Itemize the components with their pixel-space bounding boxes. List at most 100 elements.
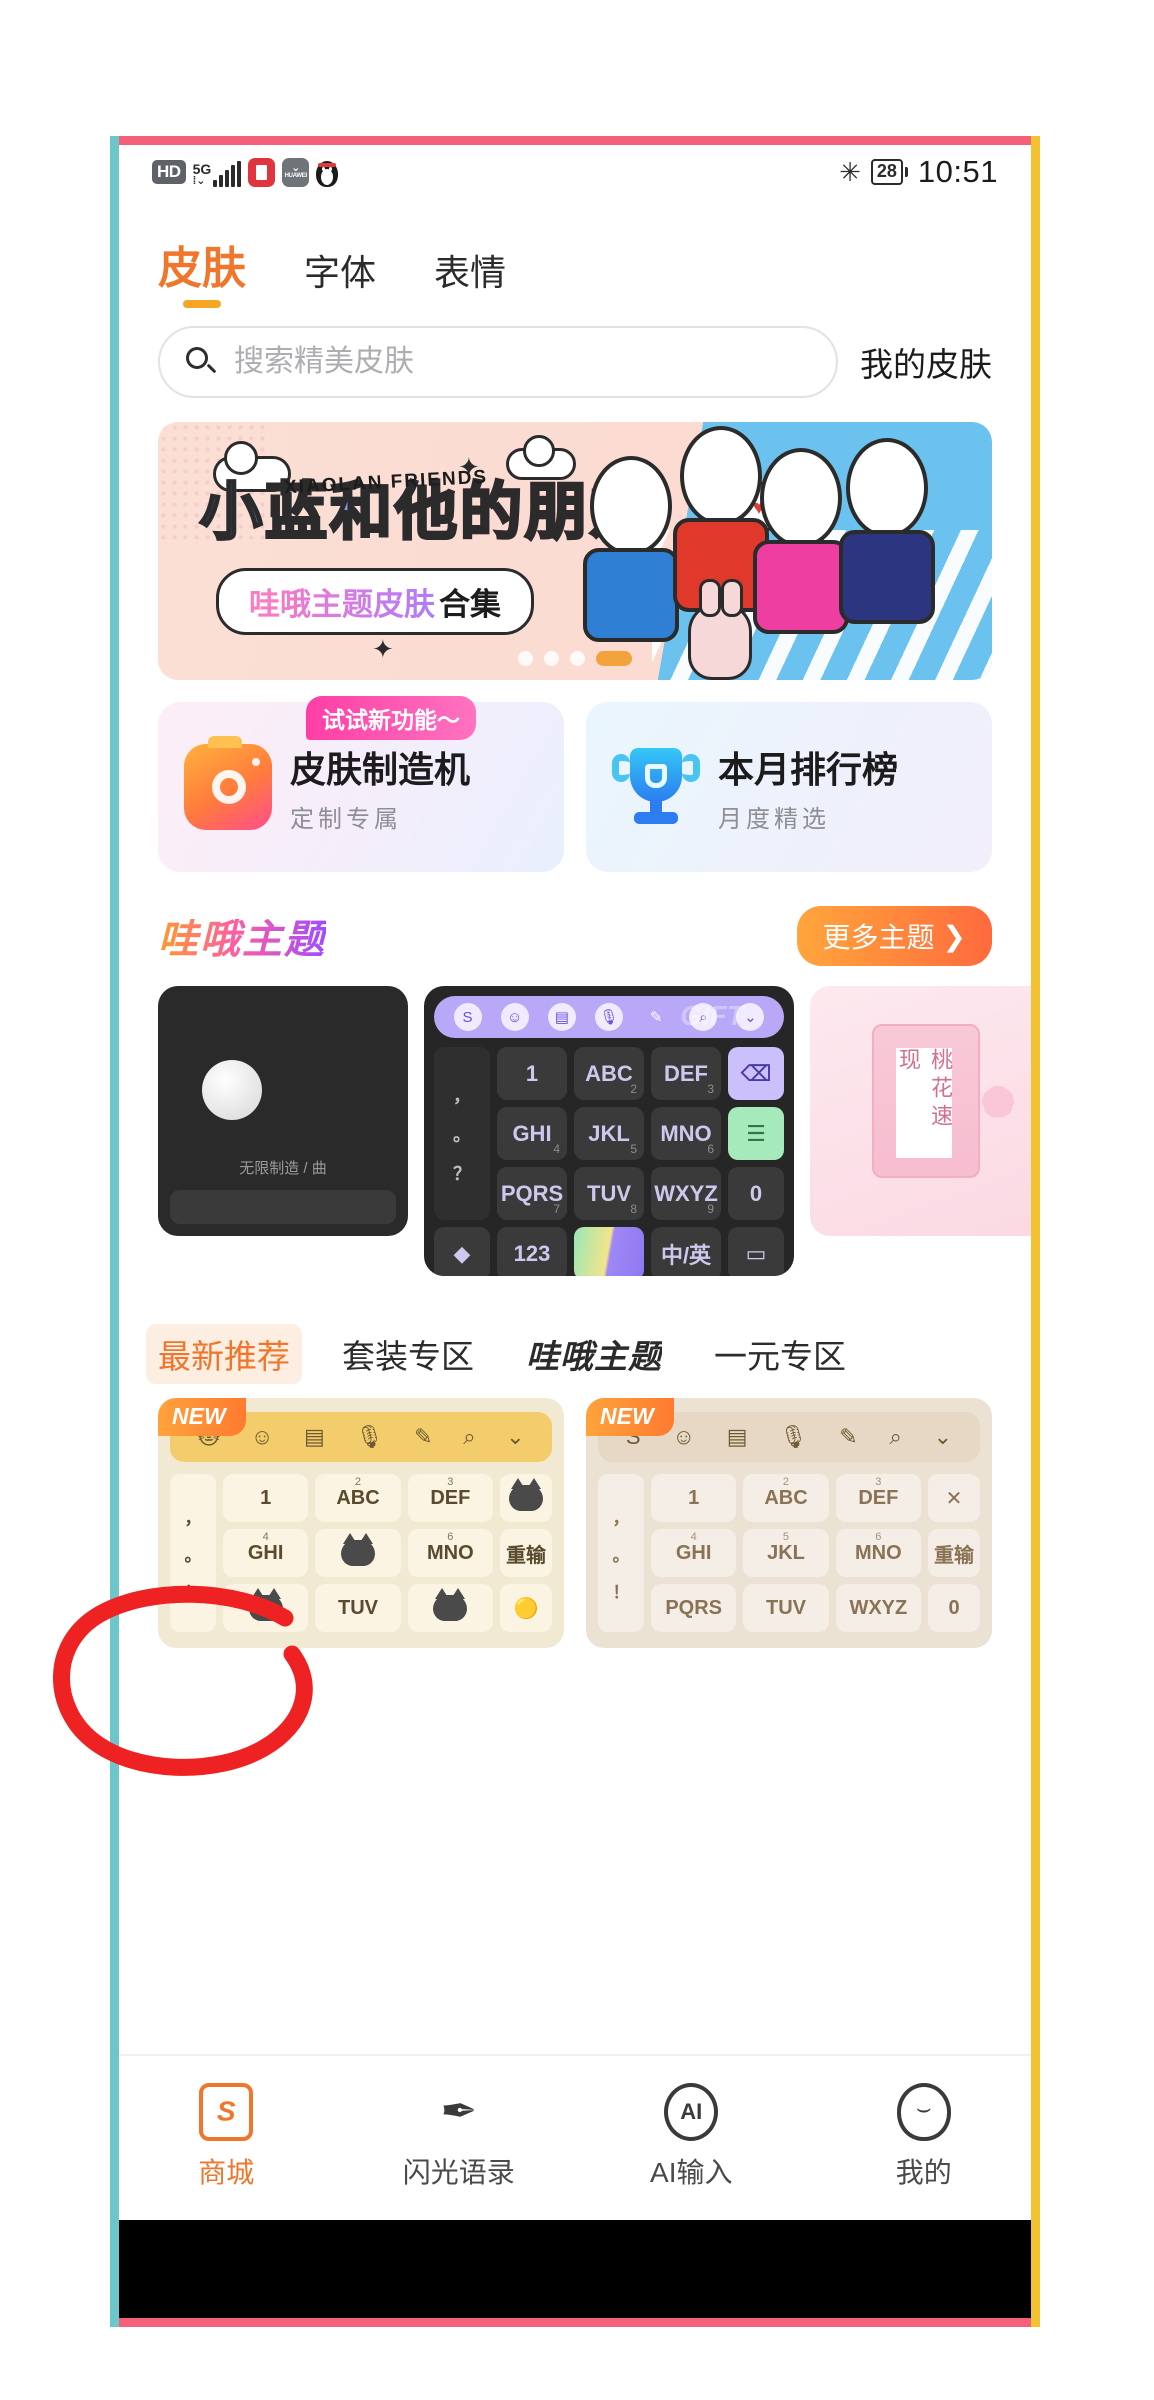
key-mno[interactable]: MNO 6 [651, 1107, 721, 1160]
handwriting-icon[interactable]: ✎ [642, 1003, 670, 1031]
wow-theme-section-header: 哇哦主题 更多主题 ❯ [110, 872, 1040, 966]
my-skins-link[interactable]: 我的皮肤 [860, 338, 992, 386]
skin-key-wxyz: WXYZ [835, 1584, 921, 1632]
carousel-slide-device[interactable]: 无限制造 / 曲 [158, 986, 408, 1236]
key-def[interactable]: DEF 3 [651, 1047, 721, 1100]
skin-maker-title: 皮肤制造机 [290, 748, 471, 790]
skin-key-redo: 重输 [928, 1529, 980, 1577]
nav-ai-input[interactable]: AI AI输入 [575, 2083, 808, 2191]
promo-banner[interactable]: ✦ ✦ ✦ 小蓝和他的朋友 XIAOLAN FRIENDS 哇哦主题皮肤 合集 … [158, 422, 992, 680]
skin-key-tuv: TUV [743, 1584, 829, 1632]
key-language[interactable]: 中/英 [651, 1227, 721, 1276]
filter-one-yuan[interactable]: 一元专区 [714, 1330, 846, 1378]
key-abc[interactable]: ABC 2 [574, 1047, 644, 1100]
search-input[interactable] [232, 344, 810, 380]
key-numbers[interactable]: 123 [497, 1227, 567, 1276]
key-settings[interactable]: ◆ [434, 1227, 490, 1276]
bunny-icon [688, 579, 752, 680]
tab-fonts[interactable]: 字体 [304, 244, 376, 312]
key-tuv[interactable]: TUV 8 [574, 1167, 644, 1220]
wow-theme-logo: 哇哦主题 [158, 907, 326, 965]
filter-latest[interactable]: 最新推荐 [146, 1324, 302, 1384]
key-0[interactable]: 0 [728, 1167, 784, 1220]
cat-icon [433, 1588, 468, 1621]
skin-key-ghi: 4 GHI [651, 1529, 737, 1577]
skin-maker-card[interactable]: 皮肤制造机 定制专属 试试新功能～ [158, 696, 564, 872]
mic-icon: 🎙 [355, 1424, 384, 1449]
smiley-icon[interactable]: ☺ [500, 1003, 529, 1031]
chevron-down-icon: ⌄ [506, 1424, 525, 1449]
banner-dot-1[interactable] [518, 651, 533, 666]
skin-punct-key: ， 。 ！ [170, 1474, 216, 1632]
key-enter[interactable]: ☰ [728, 1107, 784, 1160]
cloud-icon-2 [506, 435, 576, 480]
keyboard-icon[interactable]: ▤ [547, 1003, 576, 1031]
tab-active-underline [183, 300, 221, 308]
banner-subtitle: 哇哦主题皮肤 合集 [216, 568, 534, 635]
skin-key-grid: ， 。 ！ 1 2 ABC 3 DEF 4 GHI 6 MNO 重输 TUV 🟡 [170, 1474, 552, 1632]
sparkle-icon-2: ✦ [372, 634, 394, 664]
carousel-track: 无限制造 / 曲 S ☺ ▤ 🎙 ✎ ⌕ ⌄ GIFT ， 。 ？ 1 ABC … [110, 986, 1040, 1286]
frame-edge-left [110, 136, 119, 2327]
skin-key-jkl: 5 JKL [743, 1529, 829, 1577]
search-row: 我的皮肤 [110, 312, 1040, 398]
skin-key-tuv: TUV [315, 1584, 401, 1632]
carousel-slide-keyboard[interactable]: S ☺ ▤ 🎙 ✎ ⌕ ⌄ GIFT ， 。 ？ 1 ABC 2 DEF 3 ⌫… [424, 986, 794, 1276]
ai-circle-icon: AI [664, 2083, 719, 2141]
filter-tab-row: 最新推荐 套装专区 哇哦主题 一元专区 [110, 1286, 1040, 1384]
character-blue [583, 456, 679, 642]
smiley-icon: ☺ [250, 1424, 274, 1449]
banner-dot-2[interactable] [544, 651, 559, 666]
mic-icon[interactable]: 🎙 [594, 1003, 623, 1031]
frame-edge-top [110, 136, 1040, 145]
skin-maker-text: 皮肤制造机 定制专属 [290, 741, 470, 834]
monthly-ranking-card[interactable]: 本月排行榜 月度精选 [586, 702, 992, 872]
search-box[interactable] [158, 326, 838, 398]
banner-dot-3[interactable] [570, 651, 585, 666]
nav-quotes[interactable]: ✒ 闪光语录 [343, 2085, 576, 2191]
flower-icon [968, 1072, 1026, 1130]
tab-skins-label: 皮肤 [158, 244, 246, 293]
tab-emoji-label: 表情 [434, 252, 507, 293]
key-ghi[interactable]: GHI 4 [497, 1107, 567, 1160]
key-space[interactable] [574, 1227, 644, 1276]
nav-profile[interactable]: ⌣ 我的 [808, 2083, 1041, 2191]
app-icon-red [248, 157, 276, 187]
key-backspace[interactable]: ⌫ [728, 1047, 784, 1100]
skin-card-beige-dog[interactable]: NEW S ☺ ▤ 🎙 ✎ ⌕ ⌄ ， 。 ！ 1 2ABC 3DEF ✕ [586, 1398, 992, 1648]
top-tab-bar: 皮肤 字体 表情 [110, 208, 1040, 312]
banner-dot-4-active[interactable] [596, 651, 632, 666]
theme-carousel[interactable]: 无限制造 / 曲 S ☺ ▤ 🎙 ✎ ⌕ ⌄ GIFT ， 。 ？ 1 ABC … [110, 986, 1040, 1286]
skin-card-yellow-cat[interactable]: NEW 🐱 ☺ ▤ 🎙 ✎ ⌕ ⌄ ， 。 ！ 1 2 ABC 3 DEF 4 … [158, 1398, 564, 1648]
carousel-slide-peach[interactable]: 桃花速现 [810, 986, 1040, 1236]
skin-maker-subtitle: 定制专属 [290, 805, 402, 833]
key-emoji[interactable]: ▭ [728, 1227, 784, 1276]
nav-shop[interactable]: 商城 [110, 2083, 343, 2191]
search-icon [186, 347, 216, 377]
tab-emoji[interactable]: 表情 [434, 244, 506, 312]
monthly-ranking-text: 本月排行榜 月度精选 [718, 741, 898, 834]
system-gesture-bar [110, 2220, 1040, 2326]
skin-key-pqrs: PQRS [651, 1584, 737, 1632]
key-wxyz[interactable]: WXYZ 9 [651, 1167, 721, 1220]
device-bottom-bar [170, 1190, 396, 1224]
cat-icon [340, 1533, 375, 1566]
key-jkl[interactable]: JKL 5 [574, 1107, 644, 1160]
skin-key-1: 1 [651, 1474, 737, 1522]
camera-icon [184, 736, 272, 830]
filter-bundles[interactable]: 套装专区 [342, 1330, 474, 1378]
banner-pagination-dots[interactable] [518, 651, 632, 666]
key-1[interactable]: 1 [497, 1047, 567, 1100]
device-caption: 无限制造 / 曲 [239, 1159, 327, 1177]
filter-wow-theme[interactable]: 哇哦主题 [526, 1330, 662, 1378]
sogou-logo-icon[interactable]: S [453, 1003, 482, 1031]
key-pqrs[interactable]: PQRS 7 [497, 1167, 567, 1220]
character-navy [839, 438, 935, 624]
punctuation-key[interactable]: ， 。 ？ [434, 1047, 490, 1220]
signal-bars-icon: 5G ⁞⌄ [193, 157, 242, 187]
tab-skins[interactable]: 皮肤 [158, 232, 246, 312]
handwriting-icon: ✎ [414, 1424, 433, 1449]
profile-smile-icon: ⌣ [896, 2083, 951, 2141]
more-themes-button[interactable]: 更多主题 ❯ [796, 906, 992, 966]
status-bar-left: HD 5G ⁞⌄ ⌄ HUAWEI [152, 157, 339, 187]
